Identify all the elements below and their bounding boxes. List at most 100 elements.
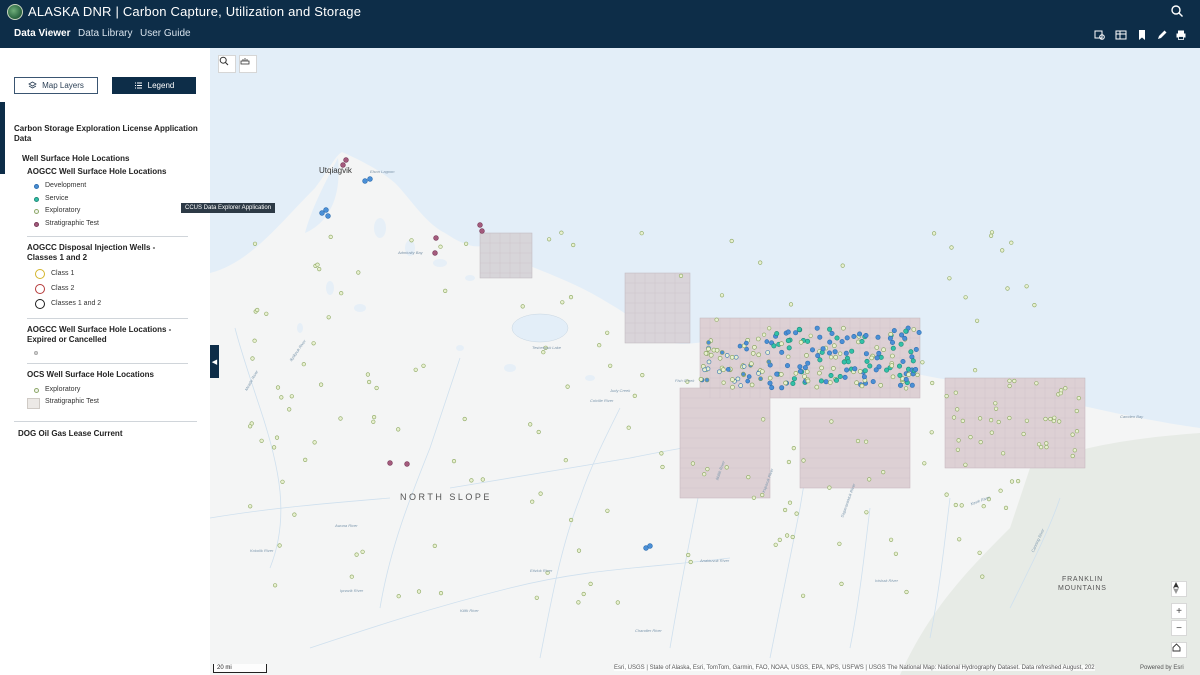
well-point[interactable] <box>271 445 277 450</box>
well-point[interactable] <box>760 492 765 498</box>
well-point[interactable] <box>1024 284 1029 289</box>
well-point[interactable] <box>541 350 546 355</box>
well-point[interactable] <box>749 361 754 367</box>
well-point[interactable] <box>274 435 280 440</box>
well-point[interactable] <box>749 382 755 388</box>
well-point[interactable] <box>255 307 260 313</box>
well-point[interactable] <box>325 213 331 219</box>
well-point[interactable] <box>851 333 857 339</box>
well-point[interactable] <box>796 326 802 332</box>
well-point[interactable] <box>758 260 763 265</box>
well-point[interactable] <box>1000 248 1005 253</box>
well-point[interactable] <box>311 341 316 346</box>
well-point[interactable] <box>827 339 833 345</box>
well-point[interactable] <box>279 395 284 400</box>
well-point[interactable] <box>708 352 714 358</box>
well-point[interactable] <box>292 512 297 517</box>
well-point[interactable] <box>717 355 723 361</box>
well-point[interactable] <box>317 267 322 272</box>
well-point[interactable] <box>897 372 903 378</box>
well-point[interactable] <box>844 335 850 341</box>
well-point[interactable] <box>988 418 994 423</box>
well-point[interactable] <box>769 385 775 391</box>
well-point[interactable] <box>859 383 865 389</box>
well-point[interactable] <box>989 230 995 235</box>
well-point[interactable] <box>910 358 916 364</box>
well-point[interactable] <box>538 491 543 496</box>
well-point[interactable] <box>972 368 978 373</box>
well-point[interactable] <box>277 543 282 548</box>
well-point[interactable] <box>797 368 803 374</box>
well-point[interactable] <box>793 370 799 376</box>
well-point[interactable] <box>827 380 833 385</box>
well-point[interactable] <box>777 537 782 543</box>
well-point[interactable] <box>588 581 593 587</box>
well-point[interactable] <box>778 372 784 377</box>
well-point[interactable] <box>1043 416 1048 422</box>
well-point[interactable] <box>955 407 960 412</box>
well-point[interactable] <box>1044 445 1049 450</box>
well-point[interactable] <box>864 510 869 515</box>
well-point[interactable] <box>837 541 842 546</box>
well-point[interactable] <box>374 385 379 391</box>
well-point[interactable] <box>725 367 731 372</box>
well-point[interactable] <box>817 357 823 363</box>
well-point[interactable] <box>833 377 839 383</box>
well-point[interactable] <box>702 367 708 373</box>
well-point[interactable] <box>874 355 880 361</box>
well-point[interactable] <box>916 329 922 335</box>
well-point[interactable] <box>729 354 735 360</box>
well-point[interactable] <box>365 372 370 377</box>
well-point[interactable] <box>977 550 982 555</box>
well-point[interactable] <box>849 348 855 354</box>
well-point[interactable] <box>779 349 785 355</box>
well-point[interactable] <box>626 425 631 430</box>
well-point[interactable] <box>750 351 756 356</box>
well-point[interactable] <box>563 458 568 463</box>
well-point[interactable] <box>738 383 744 388</box>
bookmark-icon[interactable] <box>1136 29 1148 41</box>
well-point[interactable] <box>790 380 796 386</box>
well-point[interactable] <box>1063 386 1068 391</box>
well-point[interactable] <box>746 475 751 480</box>
well-point[interactable] <box>758 376 763 382</box>
well-point[interactable] <box>959 503 964 508</box>
well-point[interactable] <box>801 458 806 463</box>
well-point[interactable] <box>787 500 793 505</box>
well-point[interactable] <box>343 157 349 163</box>
well-point[interactable] <box>252 241 258 246</box>
well-point[interactable] <box>608 363 613 368</box>
well-point[interactable] <box>785 329 791 335</box>
well-point[interactable] <box>615 600 620 605</box>
well-point[interactable] <box>704 377 710 383</box>
well-point[interactable] <box>784 363 790 369</box>
well-point[interactable] <box>804 369 810 375</box>
print-icon[interactable] <box>1175 29 1187 41</box>
well-point[interactable] <box>569 517 574 523</box>
well-point[interactable] <box>977 416 983 421</box>
well-point[interactable] <box>876 364 882 370</box>
well-point[interactable] <box>915 372 920 378</box>
well-point[interactable] <box>773 542 778 547</box>
well-point[interactable] <box>881 470 886 475</box>
well-point[interactable] <box>963 462 968 467</box>
well-point[interactable] <box>791 376 797 382</box>
well-point[interactable] <box>706 346 711 352</box>
well-point[interactable] <box>1012 378 1017 384</box>
well-point[interactable] <box>881 347 886 353</box>
well-point[interactable] <box>1005 286 1010 291</box>
well-point[interactable] <box>349 574 354 579</box>
well-point[interactable] <box>1024 418 1030 423</box>
well-point[interactable] <box>845 359 851 365</box>
well-point[interactable] <box>906 372 911 377</box>
well-point[interactable] <box>1074 408 1079 414</box>
zoom-out-button[interactable]: − <box>1171 620 1187 636</box>
well-point[interactable] <box>903 376 909 382</box>
well-point[interactable] <box>888 331 894 337</box>
well-point[interactable] <box>1034 381 1039 386</box>
well-point[interactable] <box>568 295 574 300</box>
well-point[interactable] <box>581 591 586 597</box>
well-point[interactable] <box>272 583 278 588</box>
well-point[interactable] <box>855 438 861 444</box>
well-point[interactable] <box>957 537 962 542</box>
